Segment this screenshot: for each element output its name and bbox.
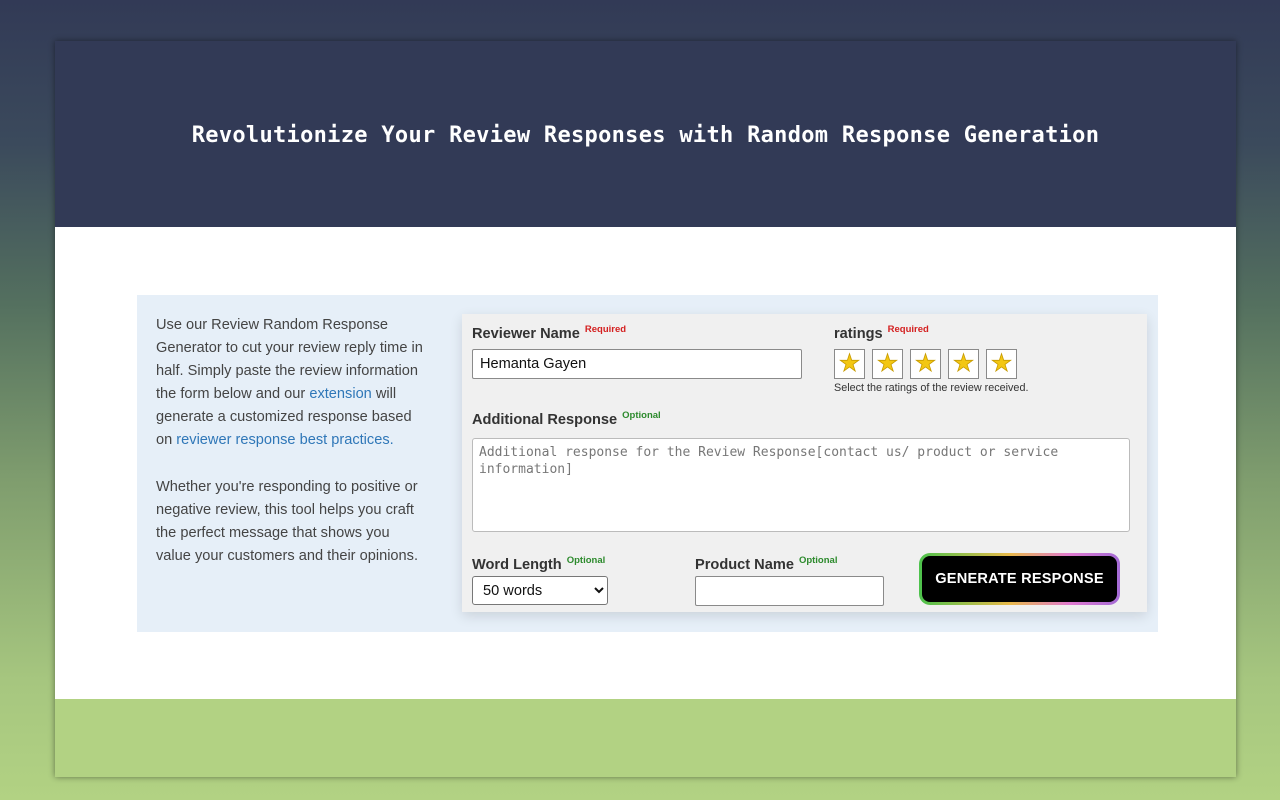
intro-paragraph-2: Whether you're responding to positive or… xyxy=(156,478,419,564)
optional-tag: Optional xyxy=(622,410,661,421)
generate-response-label: GENERATE RESPONSE xyxy=(922,556,1117,602)
optional-tag: Optional xyxy=(566,555,606,566)
required-tag: Required xyxy=(584,324,627,335)
reviewer-name-input[interactable] xyxy=(472,349,802,379)
star-icon[interactable]: ★ xyxy=(834,349,865,379)
reviewer-name-label-text: Reviewer Name xyxy=(472,326,580,342)
page-title: Revolutionize Your Review Responses with… xyxy=(191,122,1100,148)
hero-banner: Revolutionize Your Review Responses with… xyxy=(55,41,1236,227)
page-window: Revolutionize Your Review Responses with… xyxy=(55,41,1236,777)
reviewer-name-label: Reviewer Name Required xyxy=(472,324,627,342)
required-tag: Required xyxy=(887,324,929,335)
product-name-label-text: Product Name xyxy=(695,557,794,573)
star-icon[interactable]: ★ xyxy=(872,349,903,379)
intro-text: Use our Review Random Response Generator… xyxy=(156,314,426,591)
word-length-select[interactable]: 50 words xyxy=(472,576,608,605)
review-response-form: Reviewer Name Required ratings Required ★ … xyxy=(462,314,1147,612)
intro-paragraph-1: Use our Review Random Response Generator… xyxy=(156,314,426,453)
best-practices-link[interactable]: reviewer response best practices. xyxy=(176,432,393,448)
star-icon[interactable]: ★ xyxy=(948,349,979,379)
ratings-label-text: ratings xyxy=(834,326,883,342)
product-name-input[interactable] xyxy=(695,576,884,606)
additional-response-label-text: Additional Response xyxy=(472,412,618,428)
footer-band xyxy=(55,699,1236,777)
word-length-label-text: Word Length xyxy=(472,557,562,573)
generator-panel: Use our Review Random Response Generator… xyxy=(137,295,1158,632)
additional-response-label: Additional Response Optional xyxy=(472,410,661,428)
additional-response-textarea[interactable] xyxy=(472,438,1130,532)
star-rating: ★ ★ ★ ★ ★ xyxy=(834,349,1017,379)
ratings-hint: Select the ratings of the review receive… xyxy=(834,382,1029,394)
star-icon[interactable]: ★ xyxy=(986,349,1017,379)
optional-tag: Optional xyxy=(798,555,838,566)
star-icon[interactable]: ★ xyxy=(910,349,941,379)
extension-link[interactable]: extension xyxy=(309,386,371,402)
generate-response-button[interactable]: GENERATE RESPONSE xyxy=(919,553,1120,605)
ratings-label: ratings Required xyxy=(834,324,929,342)
product-name-label: Product Name Optional xyxy=(695,555,838,573)
word-length-label: Word Length Optional xyxy=(472,555,606,573)
